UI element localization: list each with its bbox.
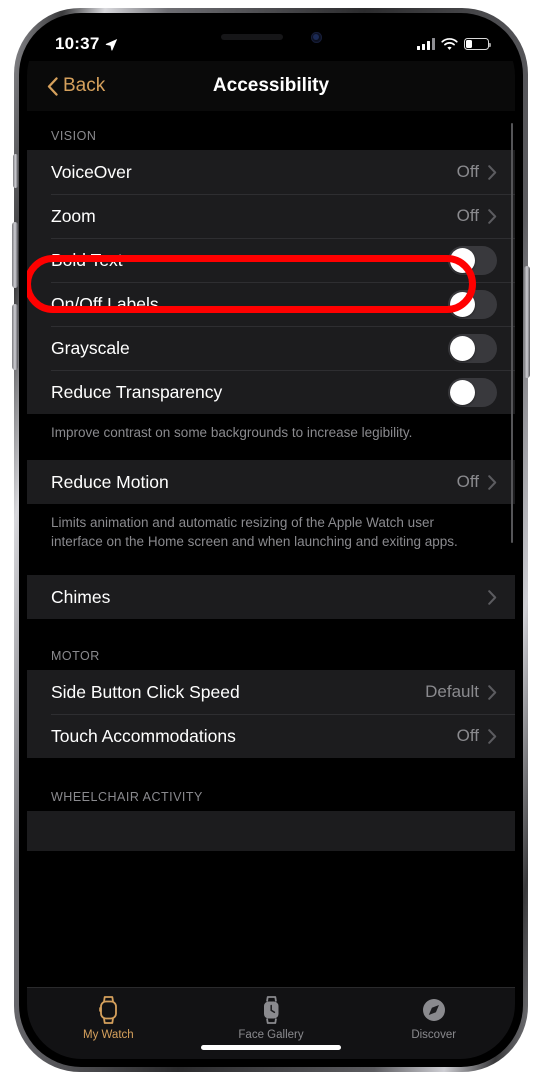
- tab-label: Face Gallery: [238, 1029, 304, 1041]
- toggle-knob: [450, 335, 475, 361]
- row-label: VoiceOver: [51, 161, 132, 182]
- home-indicator[interactable]: [201, 1045, 341, 1050]
- row-value: Off: [456, 472, 479, 492]
- toggle-knob: [450, 247, 475, 273]
- compass-icon: [422, 999, 445, 1021]
- row-zoom[interactable]: Zoom Off: [27, 194, 515, 238]
- section-header-vision: VISION: [51, 129, 97, 143]
- status-time: 10:37: [55, 34, 100, 53]
- row-value: Off: [456, 206, 479, 225]
- settings-group-vision: VoiceOver Off Zoom Off Bold Text On/Off …: [27, 150, 515, 414]
- tab-label: My Watch: [82, 1029, 134, 1041]
- row-side-button-click-speed[interactable]: Side Button Click Speed Default: [27, 670, 515, 714]
- notch: [164, 21, 378, 53]
- row-accessory: Default: [425, 682, 497, 702]
- back-button[interactable]: Back: [47, 75, 105, 97]
- row-label: On/Off Labels: [51, 293, 159, 314]
- toggle-knob: [450, 379, 475, 405]
- tab-label: Discover: [411, 1029, 457, 1041]
- battery-icon: [464, 38, 492, 50]
- row-bold-text[interactable]: Bold Text: [27, 238, 515, 282]
- row-label: Side Button Click Speed: [51, 681, 240, 702]
- footer-note-reduce-motion: Limits animation and automatic resizing …: [51, 515, 458, 550]
- toggle-reduce-transparency[interactable]: [448, 377, 497, 407]
- nav-bar: Back Accessibility: [27, 61, 515, 111]
- row-label: Reduce Transparency: [51, 381, 223, 402]
- tab-discover[interactable]: Discover: [352, 994, 515, 1041]
- settings-group-wheelchair: [27, 811, 515, 852]
- phone-frame: 10:37 Back Accessibility VISION VoiceOve…: [12, 8, 530, 1072]
- row-grayscale[interactable]: Grayscale: [27, 326, 515, 370]
- earpiece-speaker: [220, 34, 283, 40]
- settings-list[interactable]: VISION VoiceOver Off Zoom Off Bold Text …: [27, 111, 515, 987]
- toggle-grayscale[interactable]: [448, 333, 497, 363]
- row-value: Off: [456, 162, 479, 181]
- toggle-on-off-labels[interactable]: [448, 289, 497, 319]
- toggle-bold-text[interactable]: [448, 245, 497, 275]
- power-button[interactable]: [524, 266, 530, 378]
- row-accessory: Off: [457, 206, 497, 226]
- row-accessory: Off: [457, 726, 497, 746]
- phone-screen: 10:37 Back Accessibility VISION VoiceOve…: [27, 21, 515, 1059]
- settings-group-motor: Side Button Click Speed Default Touch Ac…: [27, 670, 515, 759]
- wifi-icon: [441, 37, 458, 50]
- front-camera-icon: [310, 31, 322, 43]
- tab-my-watch[interactable]: My Watch: [27, 994, 190, 1041]
- chevron-left-icon: [47, 76, 58, 96]
- settings-group-chimes: Chimes: [27, 575, 515, 620]
- status-bar-left: 10:37: [55, 34, 118, 54]
- chevron-right-icon: [488, 474, 497, 490]
- mute-switch[interactable]: [13, 154, 18, 188]
- row-label: Reduce Motion: [51, 471, 169, 492]
- row-label: Touch Accommodations: [51, 725, 236, 746]
- row-on-off-labels[interactable]: On/Off Labels: [27, 282, 515, 326]
- phone-bezel: 10:37 Back Accessibility VISION VoiceOve…: [19, 13, 523, 1067]
- row-label: Zoom: [51, 205, 96, 226]
- row-reduce-motion[interactable]: Reduce Motion Off: [27, 460, 515, 504]
- tab-face-gallery[interactable]: Face Gallery: [190, 994, 353, 1041]
- watch-icon: [99, 996, 118, 1024]
- row-accessory: Off: [457, 472, 497, 492]
- scrollbar[interactable]: [510, 123, 513, 543]
- row-label: Bold Text: [51, 249, 123, 270]
- settings-group-reduce-motion: Reduce Motion Off: [27, 460, 515, 505]
- row-label: Grayscale: [51, 337, 130, 358]
- section-header-wheelchair-activity: WHEELCHAIR ACTIVITY: [51, 790, 203, 805]
- status-bar-right: [417, 37, 492, 51]
- chevron-right-icon: [488, 685, 497, 700]
- location-arrow-icon: [106, 38, 118, 51]
- cellular-signal-icon: [417, 38, 435, 50]
- chevron-right-icon: [488, 729, 497, 744]
- chevron-right-icon: [488, 164, 497, 180]
- back-button-label: Back: [63, 75, 106, 96]
- watch-face-icon: [264, 996, 279, 1024]
- toggle-knob: [450, 291, 475, 317]
- section-header-motor: MOTOR: [51, 649, 100, 664]
- row-accessory: Off: [457, 162, 497, 182]
- row-value: Default: [425, 682, 479, 702]
- row-reduce-transparency[interactable]: Reduce Transparency: [27, 370, 515, 414]
- chevron-right-icon: [488, 590, 497, 605]
- row-label: Chimes: [51, 586, 111, 607]
- row-chimes[interactable]: Chimes: [27, 575, 515, 619]
- row-voiceover[interactable]: VoiceOver Off: [27, 150, 515, 194]
- chevron-right-icon: [488, 208, 497, 224]
- volume-down-button[interactable]: [12, 304, 18, 370]
- footer-note-vision: Improve contrast on some backgrounds to …: [51, 425, 413, 440]
- volume-up-button[interactable]: [12, 222, 18, 288]
- row-value: Off: [456, 726, 479, 746]
- row-accessory: [479, 590, 497, 605]
- row-touch-accommodations[interactable]: Touch Accommodations Off: [27, 714, 515, 758]
